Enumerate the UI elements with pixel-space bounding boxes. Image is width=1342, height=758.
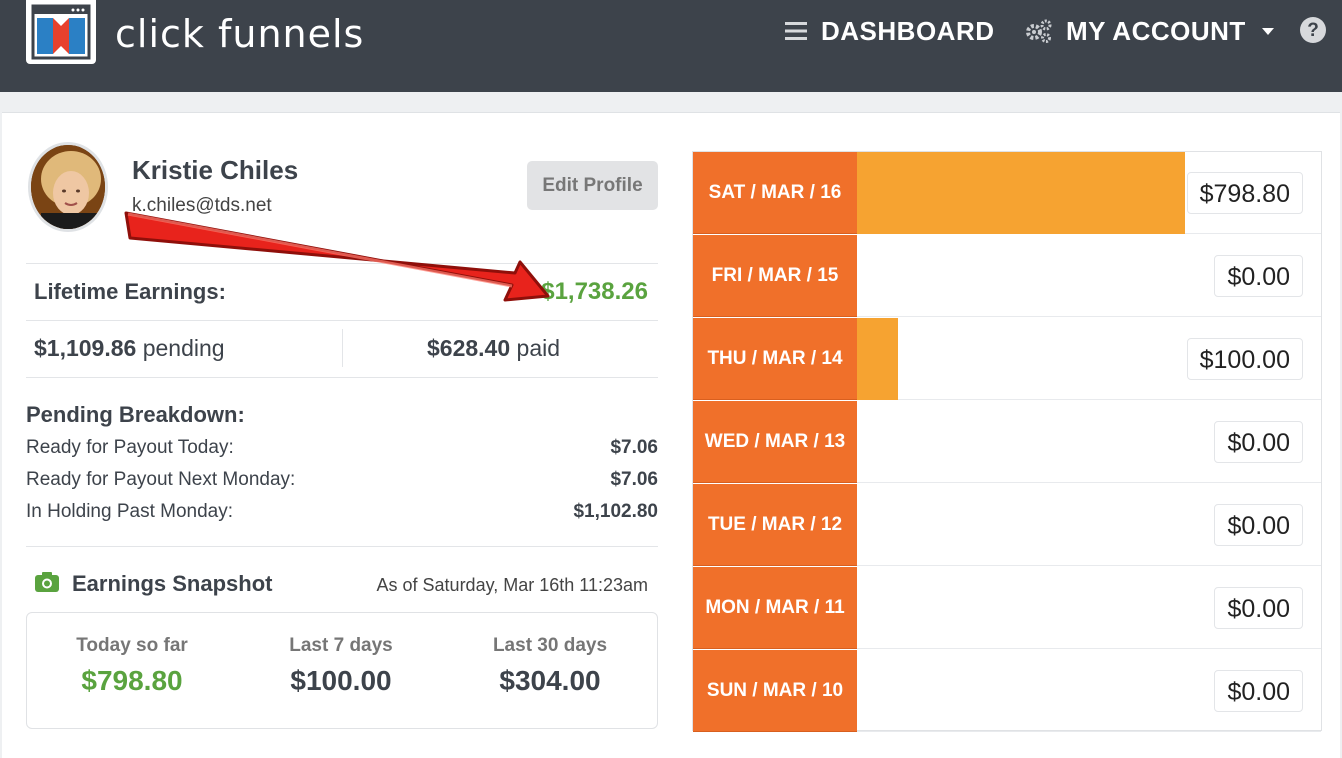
day-value: $0.00 bbox=[1214, 504, 1303, 546]
day-label: SUN / MAR / 10 bbox=[693, 650, 857, 732]
pending-word: pending bbox=[142, 335, 225, 361]
day-row: FRI / MAR / 15 $0.00 bbox=[693, 235, 1321, 317]
divider bbox=[26, 546, 658, 547]
edit-profile-button[interactable]: Edit Profile bbox=[527, 161, 658, 210]
day-row: SUN / MAR / 10 $0.00 bbox=[693, 650, 1321, 732]
pending-amount: $1,109.86 pending bbox=[34, 335, 225, 362]
day-label: MON / MAR / 11 bbox=[693, 567, 857, 649]
day-bar bbox=[857, 318, 899, 400]
snapshot-today: Today so far $798.80 bbox=[32, 635, 232, 697]
divider bbox=[26, 263, 658, 264]
day-label: TUE / MAR / 12 bbox=[693, 484, 857, 566]
nav-my-account[interactable]: MY ACCOUNT bbox=[1024, 14, 1274, 48]
avatar[interactable] bbox=[28, 142, 108, 232]
page: click funnels DASHBOARD MY ACCOUNT ? Kri… bbox=[0, 0, 1342, 758]
day-row: TUE / MAR / 12 $0.00 bbox=[693, 484, 1321, 566]
profile-email: k.chiles@tds.net bbox=[132, 195, 272, 216]
divider bbox=[26, 377, 658, 378]
paid-value: $628.40 bbox=[427, 335, 511, 361]
snapshot-last-30-days: Last 30 days $304.00 bbox=[450, 635, 650, 697]
nav-my-account-label: MY ACCOUNT bbox=[1066, 15, 1246, 46]
day-value: $0.00 bbox=[1214, 255, 1303, 297]
pending-value: $1,109.86 bbox=[34, 335, 137, 361]
profile-id: # bbox=[132, 226, 141, 243]
chevron-down-icon bbox=[1261, 27, 1274, 35]
day-row: THU / MAR / 14 $100.00 bbox=[693, 318, 1321, 400]
divider bbox=[26, 320, 658, 321]
lifetime-earnings-value: $1,738.26 bbox=[541, 278, 648, 305]
day-bar bbox=[857, 152, 1185, 234]
snapshot-value: $798.80 bbox=[81, 665, 183, 696]
snapshot-label: Last 7 days bbox=[289, 635, 393, 656]
day-row: SAT / MAR / 16 $798.80 bbox=[693, 152, 1321, 234]
pending-breakdown-title: Pending Breakdown: bbox=[26, 402, 245, 427]
vertical-divider bbox=[342, 329, 343, 367]
daily-earnings-panel: SAT / MAR / 16 $798.80 FRI / MAR / 15 $0.00… bbox=[692, 151, 1322, 732]
lifetime-earnings-label: Lifetime Earnings: bbox=[34, 279, 226, 304]
breakdown-row-value: $7.06 bbox=[610, 437, 658, 458]
day-value: $798.80 bbox=[1186, 172, 1303, 214]
day-label: WED / MAR / 13 bbox=[693, 401, 857, 483]
snapshot-timestamp: As of Saturday, Mar 16th 11:23am bbox=[376, 575, 648, 595]
day-value: $0.00 bbox=[1214, 587, 1303, 629]
day-row: WED / MAR / 13 $0.00 bbox=[693, 401, 1321, 483]
brand-name: click funnels bbox=[115, 12, 365, 56]
day-value: $100.00 bbox=[1186, 338, 1303, 380]
day-label: SAT / MAR / 16 bbox=[693, 152, 857, 234]
paid-word: paid bbox=[516, 335, 561, 361]
breakdown-row-label: Ready for Payout Next Monday: bbox=[26, 469, 296, 490]
day-label: THU / MAR / 14 bbox=[693, 318, 857, 400]
snapshot-value: $100.00 bbox=[290, 665, 392, 696]
top-navigation-bar: click funnels DASHBOARD MY ACCOUNT ? bbox=[0, 0, 1342, 92]
help-icon[interactable]: ? bbox=[1300, 17, 1326, 43]
paid-amount: $628.40 paid bbox=[427, 335, 560, 362]
nav-dashboard[interactable]: DASHBOARD bbox=[785, 14, 995, 48]
profile-name: Kristie Chiles bbox=[132, 155, 299, 185]
nav-dashboard-label: DASHBOARD bbox=[821, 15, 995, 46]
snapshot-last-7-days: Last 7 days $100.00 bbox=[241, 635, 441, 697]
day-row: MON / MAR / 11 $0.00 bbox=[693, 567, 1321, 649]
breakdown-row-value: $1,102.80 bbox=[573, 501, 658, 522]
day-value: $0.00 bbox=[1214, 670, 1303, 712]
snapshot-label: Last 30 days bbox=[492, 635, 608, 656]
earnings-snapshot-title: Earnings Snapshot bbox=[72, 571, 273, 596]
hamburger-icon bbox=[785, 22, 807, 40]
day-label: FRI / MAR / 15 bbox=[693, 235, 857, 317]
earnings-snapshot-box: Today so far $798.80 Last 7 days $100.00… bbox=[26, 612, 658, 729]
camera-icon bbox=[35, 572, 59, 592]
breakdown-row-label: In Holding Past Monday: bbox=[26, 501, 234, 522]
clickfunnels-logo[interactable] bbox=[26, 0, 96, 64]
snapshot-label: Today so far bbox=[76, 635, 188, 656]
breakdown-row-value: $7.06 bbox=[610, 469, 658, 490]
snapshot-value: $304.00 bbox=[499, 665, 601, 696]
day-value: $0.00 bbox=[1214, 421, 1303, 463]
gears-icon bbox=[1026, 19, 1052, 43]
breakdown-row-label: Ready for Payout Today: bbox=[26, 437, 234, 458]
logo-icon bbox=[31, 4, 91, 60]
